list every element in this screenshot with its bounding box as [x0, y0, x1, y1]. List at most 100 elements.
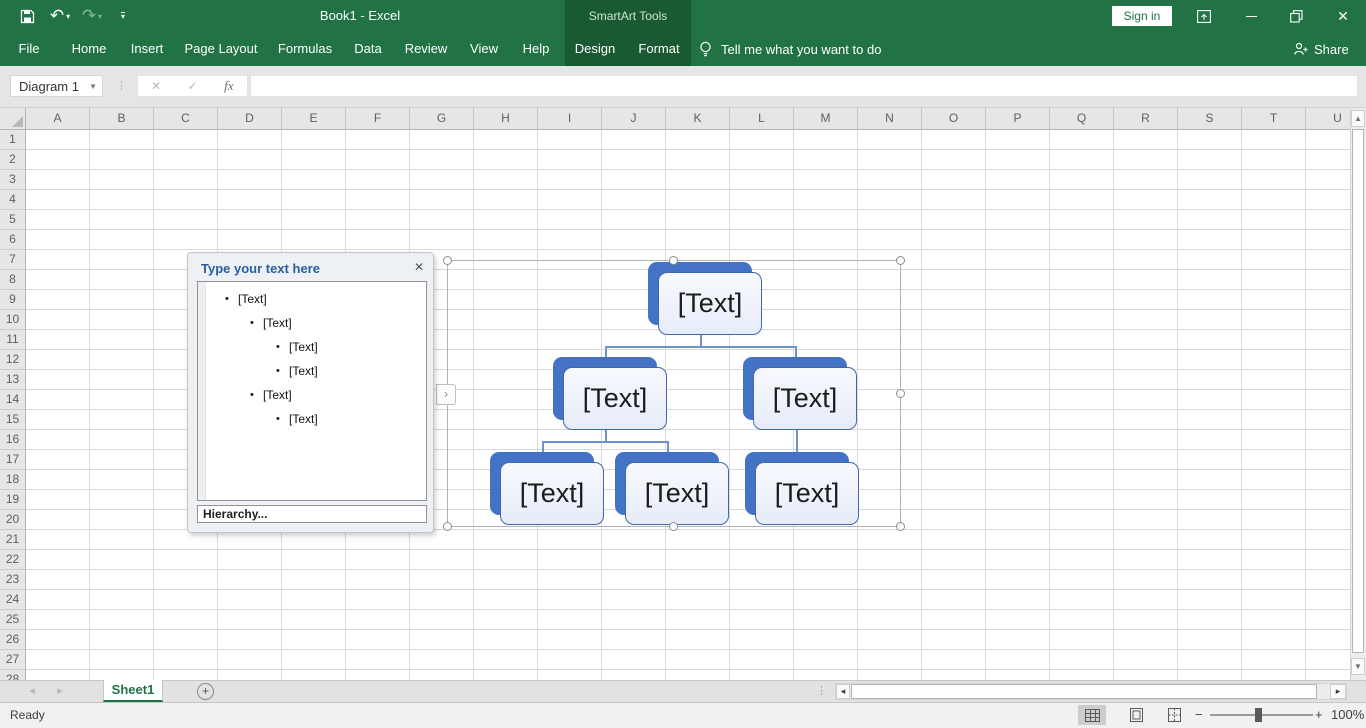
view-normal-button[interactable] — [1078, 705, 1106, 725]
ribbon-display-options-button[interactable] — [1187, 0, 1221, 32]
sign-in-button[interactable]: Sign in — [1112, 6, 1172, 26]
column-header-B[interactable]: B — [90, 108, 154, 129]
tab-review[interactable]: Review — [405, 32, 448, 66]
row-header-8[interactable]: 8 — [0, 270, 25, 290]
row-header-15[interactable]: 15 — [0, 410, 25, 430]
selection-handle-top-right[interactable] — [896, 256, 905, 265]
row-header-18[interactable]: 18 — [0, 470, 25, 490]
row-header-20[interactable]: 20 — [0, 510, 25, 530]
selection-handle-bottom-right[interactable] — [896, 522, 905, 531]
tab-file[interactable]: File — [19, 32, 40, 66]
row-header-13[interactable]: 13 — [0, 370, 25, 390]
column-header-S[interactable]: S — [1178, 108, 1242, 129]
selection-handle-bottom-middle[interactable] — [669, 522, 678, 531]
column-header-H[interactable]: H — [474, 108, 538, 129]
column-header-J[interactable]: J — [602, 108, 666, 129]
tab-bar-splitter[interactable]: ⋮ — [816, 681, 827, 701]
tab-home[interactable]: Home — [72, 32, 107, 66]
row-header-22[interactable]: 22 — [0, 550, 25, 570]
tab-data[interactable]: Data — [354, 32, 381, 66]
column-header-R[interactable]: R — [1114, 108, 1178, 129]
row-header-16[interactable]: 16 — [0, 430, 25, 450]
zoom-out-button[interactable]: − — [1195, 702, 1203, 728]
smartart-node-leaf-2[interactable]: [Text] — [625, 462, 729, 525]
column-header-N[interactable]: N — [858, 108, 922, 129]
tell-me-box[interactable]: Tell me what you want to do — [698, 32, 881, 66]
column-header-C[interactable]: C — [154, 108, 218, 129]
row-header-6[interactable]: 6 — [0, 230, 25, 250]
sheet-tab-sheet1[interactable]: Sheet1 — [103, 680, 163, 702]
row-header-4[interactable]: 4 — [0, 190, 25, 210]
tab-page-layout[interactable]: Page Layout — [184, 32, 257, 66]
scroll-down-button[interactable]: ▼ — [1351, 658, 1365, 675]
row-header-25[interactable]: 25 — [0, 610, 25, 630]
formula-input[interactable] — [250, 75, 1358, 97]
save-button[interactable] — [10, 0, 44, 32]
smartart-node-branch-left[interactable]: [Text] — [563, 367, 667, 430]
text-pane-item-5[interactable]: •[Text] — [198, 383, 426, 407]
qat-customize-button[interactable]: ▾ — [108, 0, 138, 32]
row-header-2[interactable]: 2 — [0, 150, 25, 170]
selection-handle-top-middle[interactable] — [669, 256, 678, 265]
text-pane-item-6[interactable]: •[Text] — [198, 407, 426, 431]
row-header-14[interactable]: 14 — [0, 390, 25, 410]
row-header-9[interactable]: 9 — [0, 290, 25, 310]
zoom-level[interactable]: 100% — [1331, 702, 1364, 728]
row-header-11[interactable]: 11 — [0, 330, 25, 350]
share-button[interactable]: Share — [1293, 32, 1349, 66]
column-header-A[interactable]: A — [26, 108, 90, 129]
tab-format[interactable]: Format — [638, 32, 679, 66]
view-page-break-button[interactable] — [1160, 705, 1188, 725]
column-header-P[interactable]: P — [986, 108, 1050, 129]
smartart-node-leaf-3[interactable]: [Text] — [755, 462, 859, 525]
add-sheet-button[interactable]: + — [197, 683, 214, 700]
insert-function-button[interactable]: fx — [211, 76, 247, 96]
zoom-in-button[interactable]: + — [1315, 702, 1323, 728]
text-pane-item-1[interactable]: •[Text] — [198, 287, 426, 311]
column-header-Q[interactable]: Q — [1050, 108, 1114, 129]
row-header-12[interactable]: 12 — [0, 350, 25, 370]
scroll-left-button[interactable]: ◂ — [836, 684, 850, 699]
tab-help[interactable]: Help — [523, 32, 550, 66]
name-box[interactable]: Diagram 1 ▼ — [10, 75, 103, 97]
selection-handle-bottom-left[interactable] — [443, 522, 452, 531]
column-header-K[interactable]: K — [666, 108, 730, 129]
column-header-F[interactable]: F — [346, 108, 410, 129]
text-pane-item-2[interactable]: •[Text] — [198, 311, 426, 335]
text-pane-close-button[interactable]: ✕ — [414, 260, 424, 274]
row-header-27[interactable]: 27 — [0, 650, 25, 670]
column-header-G[interactable]: G — [410, 108, 474, 129]
formula-enter-button[interactable]: ✓ — [174, 76, 210, 96]
row-header-26[interactable]: 26 — [0, 630, 25, 650]
text-pane-item-4[interactable]: •[Text] — [198, 359, 426, 383]
sheet-nav-prev-button[interactable]: ◂ — [20, 680, 44, 702]
selection-handle-middle-right[interactable] — [896, 389, 905, 398]
select-all-button[interactable] — [0, 108, 26, 130]
tab-formulas[interactable]: Formulas — [278, 32, 332, 66]
row-header-21[interactable]: 21 — [0, 530, 25, 550]
smartart-node-root[interactable]: [Text] — [658, 272, 762, 335]
tab-view[interactable]: View — [470, 32, 498, 66]
scroll-up-button[interactable]: ▲ — [1351, 110, 1365, 127]
smartart-node-branch-right[interactable]: [Text] — [753, 367, 857, 430]
minimize-button[interactable] — [1234, 0, 1268, 32]
tab-insert[interactable]: Insert — [131, 32, 164, 66]
formula-cancel-button[interactable]: ✕ — [138, 76, 174, 96]
vertical-scroll-thumb[interactable] — [1352, 129, 1364, 653]
row-header-17[interactable]: 17 — [0, 450, 25, 470]
row-header-5[interactable]: 5 — [0, 210, 25, 230]
column-header-O[interactable]: O — [922, 108, 986, 129]
column-header-T[interactable]: T — [1242, 108, 1306, 129]
column-header-U[interactable]: U — [1306, 108, 1350, 129]
row-header-3[interactable]: 3 — [0, 170, 25, 190]
row-header-19[interactable]: 19 — [0, 490, 25, 510]
tab-design[interactable]: Design — [575, 32, 615, 66]
text-pane-item-3[interactable]: •[Text] — [198, 335, 426, 359]
column-header-M[interactable]: M — [794, 108, 858, 129]
zoom-slider-handle[interactable] — [1255, 708, 1262, 722]
view-page-layout-button[interactable] — [1122, 705, 1150, 725]
layout-name-field[interactable]: Hierarchy... — [197, 505, 427, 523]
text-pane-toggle-button[interactable]: › — [436, 384, 456, 405]
column-header-L[interactable]: L — [730, 108, 794, 129]
column-header-I[interactable]: I — [538, 108, 602, 129]
